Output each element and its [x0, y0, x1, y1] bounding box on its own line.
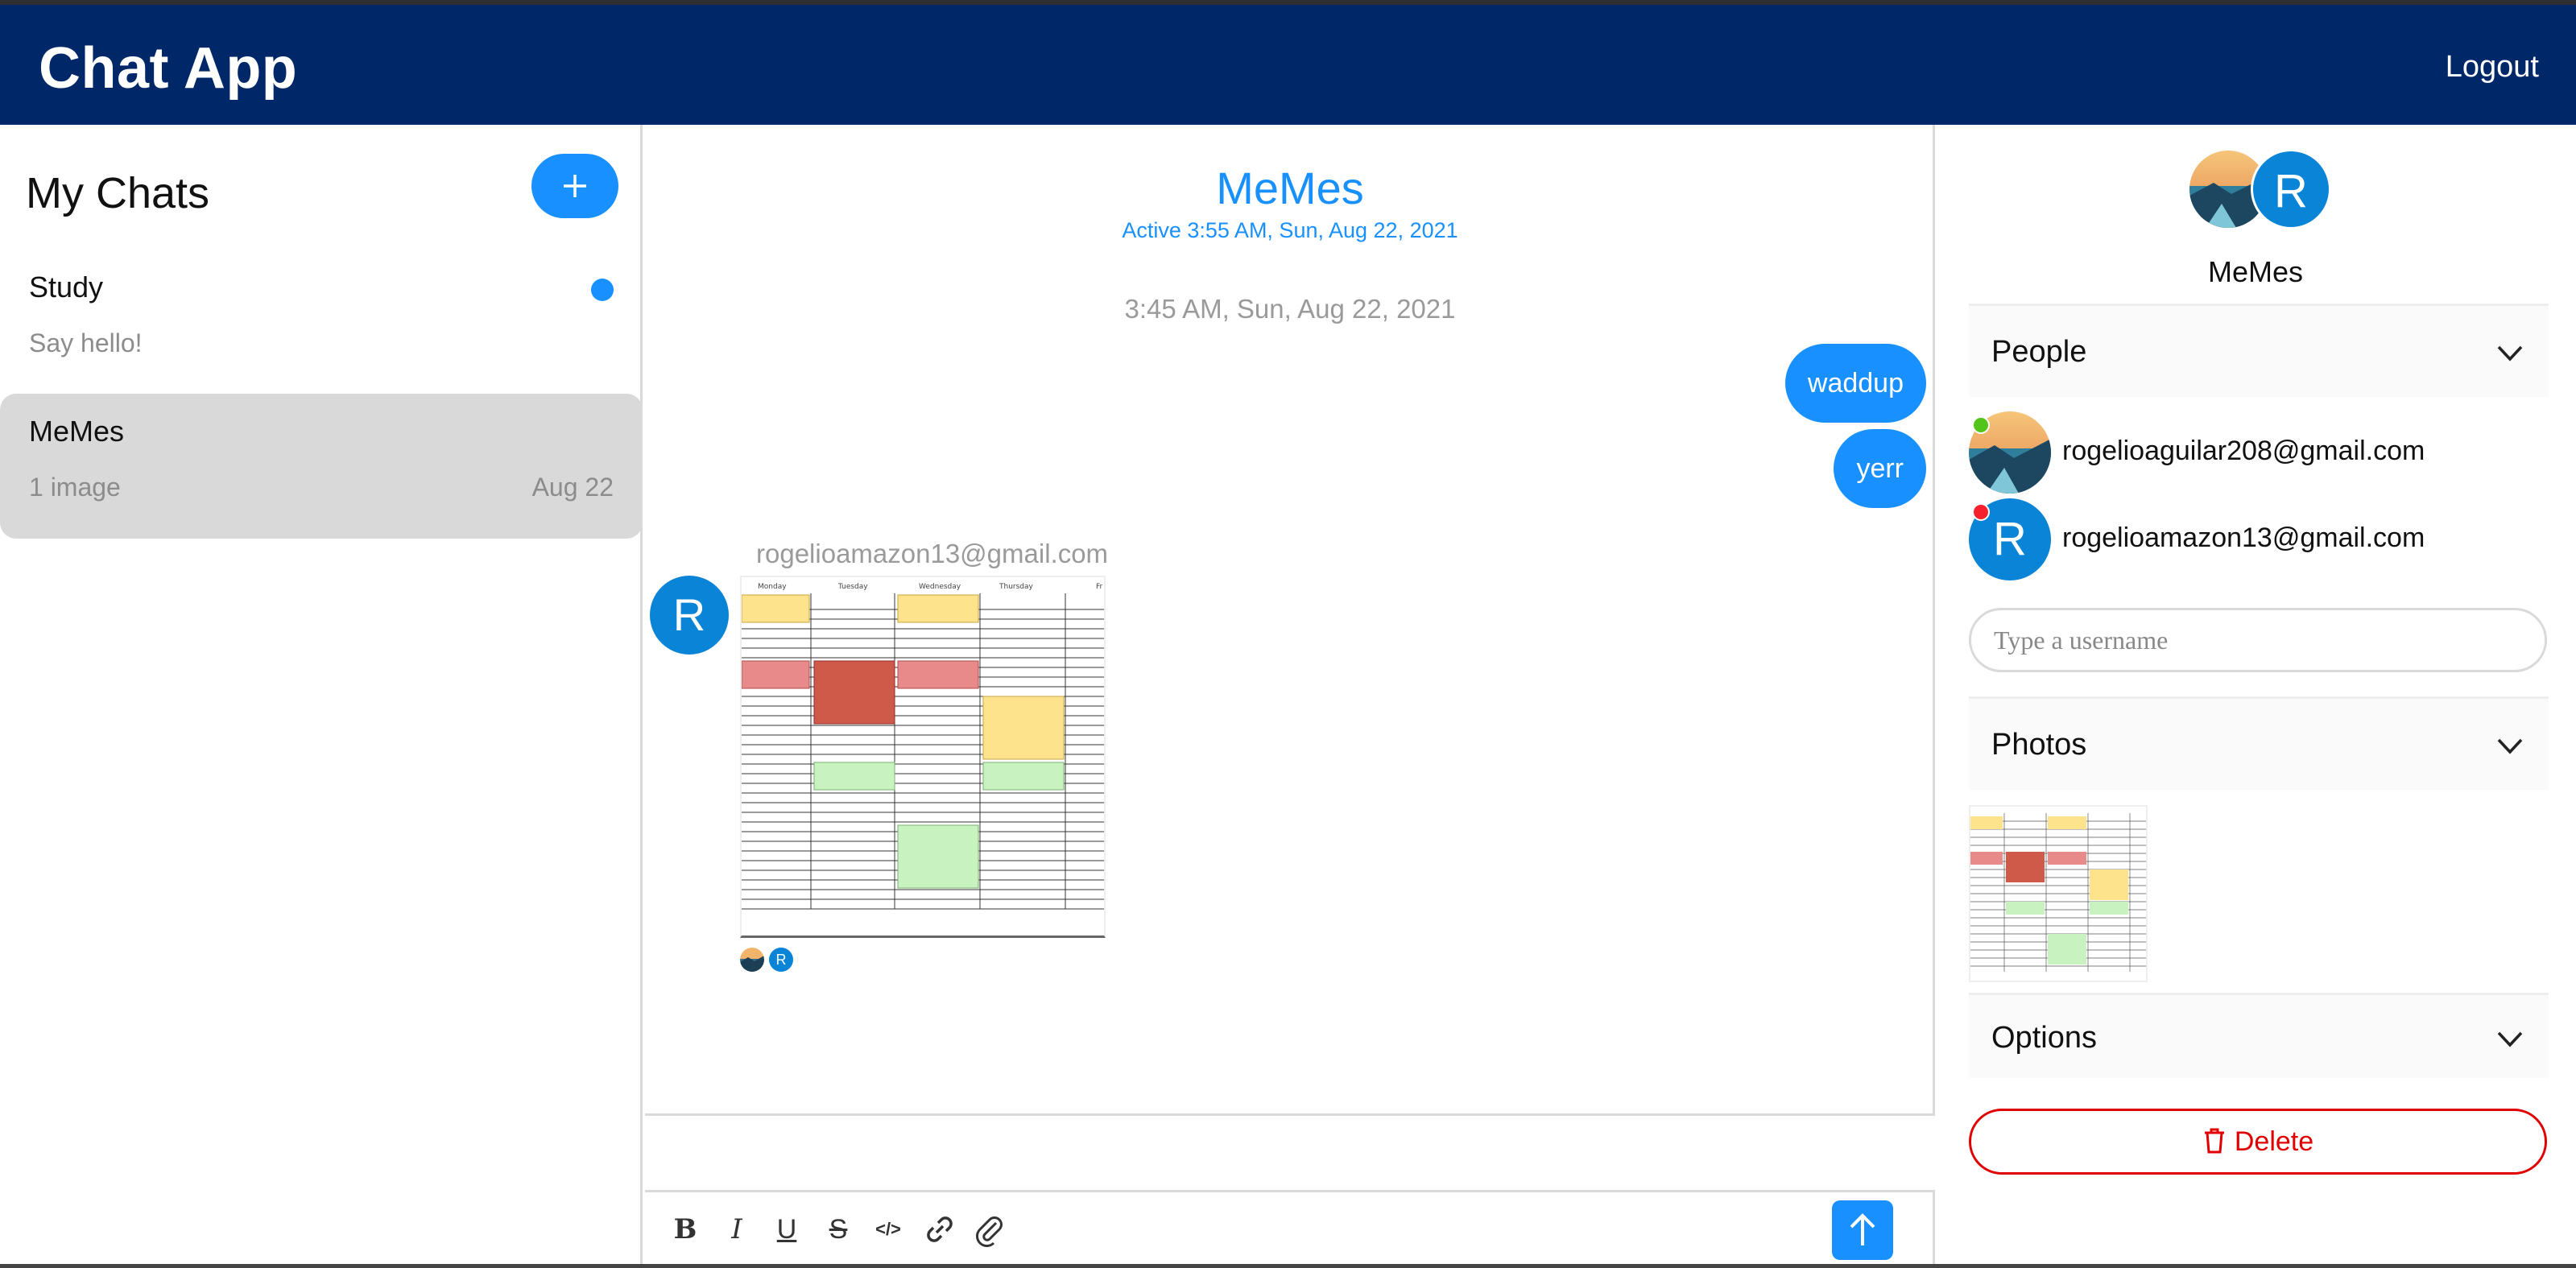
window-bottom-strip — [0, 1264, 2576, 1268]
strikethrough-icon[interactable]: S — [821, 1212, 856, 1247]
chevron-down-icon — [2497, 1031, 2523, 1047]
chevron-down-icon — [2497, 738, 2523, 754]
svg-text:Thursday: Thursday — [999, 583, 1034, 591]
message-input[interactable] — [645, 1113, 1935, 1192]
svg-text:Wednesday: Wednesday — [919, 583, 961, 591]
chevron-down-icon — [2497, 345, 2523, 361]
code-icon[interactable]: </> — [870, 1212, 906, 1247]
chat-list-panel: My Chats Study Say hello! MeMes 1 image … — [0, 125, 643, 1268]
paperclip-icon[interactable] — [972, 1212, 1007, 1247]
arrow-up-icon — [1850, 1213, 1875, 1245]
people-section-title: People — [1991, 335, 2087, 369]
message-toolbar: B I U S </> — [645, 1192, 1935, 1268]
read-receipt-avatar: R — [769, 948, 793, 972]
message-image-attachment[interactable]: Monday Tuesday Wednesday Thursday Fr — [740, 576, 1106, 938]
chat-card-study[interactable]: Study Say hello! — [0, 250, 643, 394]
chat-settings-title: MeMes — [2207, 255, 2304, 288]
message-sender: rogelioamazon13@gmail.com — [756, 539, 1109, 568]
photos-section-title: Photos — [1991, 728, 2087, 762]
app-header: Chat App Logout — [0, 5, 2576, 125]
sender-avatar: R — [650, 576, 729, 655]
send-button[interactable] — [1832, 1200, 1893, 1260]
chat-card-name: Study — [29, 271, 104, 304]
online-status-dot — [1972, 416, 1990, 434]
bold-icon[interactable]: B — [668, 1212, 703, 1247]
options-section-header[interactable]: Options — [1969, 993, 2549, 1078]
chat-card-date: Aug 22 — [531, 473, 614, 502]
person-row[interactable]: rogelioaguilar208@gmail.com — [1969, 411, 2549, 495]
person-email: rogelioamazon13@gmail.com — [2062, 522, 2425, 553]
delete-chat-button[interactable]: Delete — [1969, 1109, 2547, 1175]
photos-section-header[interactable]: Photos — [1969, 696, 2549, 790]
schedule-image — [1970, 807, 2146, 981]
plus-icon — [564, 175, 586, 197]
chat-settings-panel: R MeMes People rogelioaguilar208@gmail.c… — [1935, 125, 2576, 1268]
photo-thumbnail[interactable] — [1969, 805, 2148, 982]
app-title: Chat App — [39, 36, 298, 101]
chat-card-memes[interactable]: MeMes 1 image Aug 22 — [0, 394, 643, 539]
unread-dot — [591, 279, 614, 301]
person-email: rogelioaguilar208@gmail.com — [2062, 436, 2425, 466]
chat-card-preview: 1 image — [29, 473, 121, 502]
chat-list-title: My Chats — [26, 169, 210, 217]
chat-feed-active-status: Active 3:55 AM, Sun, Aug 22, 2021 — [1122, 218, 1458, 242]
offline-status-dot — [1972, 503, 1990, 521]
trash-icon — [2204, 1128, 2224, 1154]
new-chat-button[interactable] — [531, 154, 618, 218]
delete-label: Delete — [2234, 1126, 2314, 1157]
chat-avatar-letter: R — [2251, 149, 2331, 229]
person-row[interactable]: R rogelioamazon13@gmail.com — [1969, 498, 2549, 582]
link-icon[interactable] — [922, 1212, 957, 1247]
schedule-image: Monday Tuesday Wednesday Thursday Fr — [742, 577, 1104, 936]
chat-feed-title: MeMes — [1216, 163, 1364, 213]
my-message-bubble: yerr — [1834, 429, 1926, 508]
chat-feed: MeMes Active 3:55 AM, Sun, Aug 22, 2021 … — [645, 125, 1935, 1268]
options-section-title: Options — [1991, 1021, 2097, 1055]
logout-button[interactable]: Logout — [2446, 50, 2539, 85]
chat-card-name: MeMes — [29, 415, 125, 448]
my-message-bubble: waddup — [1784, 344, 1926, 423]
people-section-header[interactable]: People — [1969, 304, 2549, 397]
underline-icon[interactable]: U — [769, 1212, 804, 1247]
italic-icon[interactable]: I — [719, 1212, 755, 1247]
username-input[interactable] — [1969, 608, 2547, 672]
read-receipt-avatar — [740, 948, 764, 972]
svg-text:Fr: Fr — [1096, 583, 1103, 591]
svg-text:Monday: Monday — [758, 583, 787, 591]
svg-text:Tuesday: Tuesday — [837, 583, 868, 591]
message-timestamp: 3:45 AM, Sun, Aug 22, 2021 — [1124, 294, 1456, 324]
chat-card-preview: Say hello! — [29, 328, 143, 357]
